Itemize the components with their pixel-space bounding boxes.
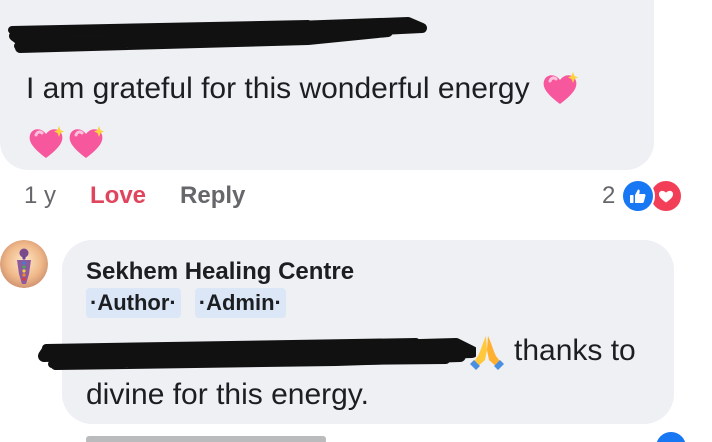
sparkling-heart-icon xyxy=(66,124,106,162)
sparkling-heart-icon xyxy=(540,70,580,108)
redacted-mention xyxy=(38,338,476,370)
reply-button[interactable]: Reply xyxy=(180,182,245,210)
comment-body: I am grateful for this wonderful energy xyxy=(26,72,530,105)
folded-hands-icon xyxy=(466,332,508,372)
admin-badge: ·Admin· xyxy=(194,288,286,318)
author-badge: ·Author· xyxy=(86,288,181,318)
reply-text-line1: thanks to xyxy=(514,334,636,367)
comment-timestamp[interactable]: 1 y xyxy=(24,182,56,210)
avatar[interactable] xyxy=(0,240,48,288)
reply-actions-cutoff xyxy=(86,436,326,442)
like-reaction-icon xyxy=(621,179,656,213)
comment-text: I am grateful for this wonderful energy xyxy=(26,60,636,172)
redacted-author-name xyxy=(8,17,427,53)
love-button[interactable]: Love xyxy=(90,182,146,210)
comment-actions: 1 y Love Reply xyxy=(24,178,245,214)
sparkling-heart-icon xyxy=(26,124,66,162)
comment-thread: I am grateful for this wonderful energy xyxy=(0,0,712,442)
like-reaction-icon xyxy=(656,432,686,442)
reaction-count: 2 xyxy=(602,182,616,209)
reply-text-line2: divine for this energy. xyxy=(86,378,369,411)
author-badges: ·Author· ·Admin· xyxy=(86,288,300,318)
reply-author-name[interactable]: Sekhem Healing Centre xyxy=(86,256,354,288)
reaction-summary[interactable]: 2 xyxy=(602,178,684,214)
